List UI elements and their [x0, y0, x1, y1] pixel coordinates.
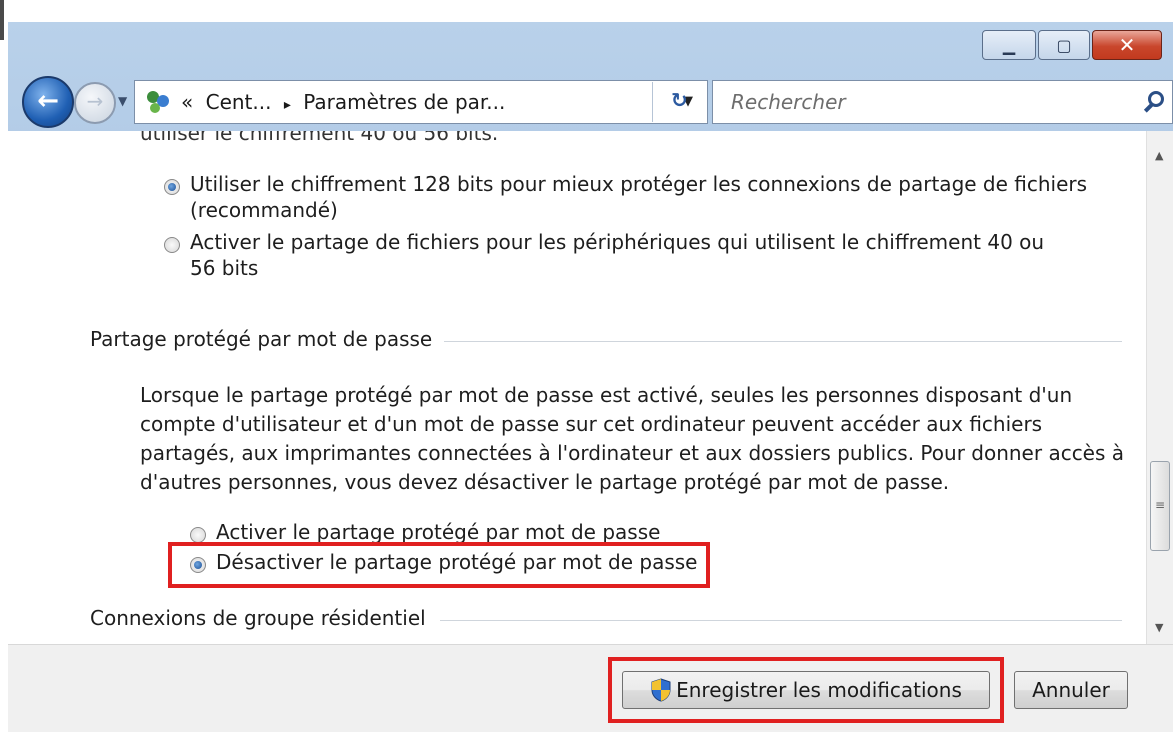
search-input[interactable]: Rechercher: [712, 80, 1173, 124]
scrollbar-thumb[interactable]: ≡: [1150, 461, 1170, 551]
breadcrumb: « Cent... ▸ Paramètres de par...: [181, 90, 511, 114]
forward-button[interactable]: →: [74, 82, 116, 124]
radio-enable-password-sharing[interactable]: [190, 527, 206, 543]
close-button[interactable]: ✕: [1092, 30, 1162, 60]
bottom-button-bar: Enregistrer les modifications Annuler: [8, 644, 1173, 732]
minimize-button[interactable]: ▁: [982, 30, 1036, 60]
breadcrumb-overflow-icon[interactable]: «: [181, 90, 193, 114]
radio-encryption-128[interactable]: [164, 179, 180, 195]
back-button[interactable]: ←: [22, 76, 74, 128]
section-divider: [440, 620, 1122, 621]
search-placeholder: Rechercher: [731, 90, 846, 114]
save-changes-button[interactable]: Enregistrer les modifications: [622, 671, 990, 709]
vertical-scrollbar[interactable]: ▲ ≡ ▼: [1146, 131, 1173, 644]
cancel-label: Annuler: [1032, 678, 1110, 702]
section-divider: [438, 341, 1122, 342]
section-title-password-sharing: Partage protégé par mot de passe: [90, 327, 445, 351]
refresh-icon: ↻: [671, 88, 688, 112]
breadcrumb-item-sharing-settings[interactable]: Paramètres de par...: [303, 90, 505, 114]
close-icon: ✕: [1118, 33, 1136, 57]
forward-arrow-icon: →: [86, 89, 104, 113]
section-title-homegroup: Connexions de groupe résidentiel: [90, 606, 438, 630]
maximize-button[interactable]: ▢: [1038, 30, 1090, 60]
cut-off-text: utiliser le chiffrement 40 ou 56 bits.: [140, 131, 499, 145]
radio-label-disable-password-sharing[interactable]: Désactiver le partage protégé par mot de…: [216, 549, 697, 575]
window-corner-edge: [0, 0, 4, 40]
uac-shield-icon: [651, 678, 671, 702]
save-changes-label: Enregistrer les modifications: [676, 678, 962, 702]
refresh-button[interactable]: ↻: [652, 82, 707, 122]
minimize-icon: ▁: [1002, 35, 1016, 55]
breadcrumb-separator-icon[interactable]: ▸: [284, 97, 291, 113]
screen-top-margin: [0, 0, 1173, 22]
scrollbar-grip-icon: ≡: [1155, 498, 1166, 512]
radio-encryption-40-56[interactable]: [164, 237, 180, 253]
breadcrumb-item-center[interactable]: Cent...: [206, 90, 272, 114]
search-icon[interactable]: [1148, 91, 1164, 107]
radio-label-encryption-128[interactable]: Utiliser le chiffrement 128 bits pour mi…: [190, 171, 1120, 223]
radio-disable-password-sharing[interactable]: [190, 557, 206, 573]
maximize-icon: ▢: [1056, 35, 1072, 55]
network-center-icon: [147, 91, 169, 113]
radio-label-encryption-40-56[interactable]: Activer le partage de fichiers pour les …: [190, 229, 1070, 281]
back-arrow-icon: ←: [37, 86, 59, 116]
address-bar[interactable]: « Cent... ▸ Paramètres de par... ▼: [134, 80, 708, 124]
cancel-button[interactable]: Annuler: [1014, 671, 1128, 709]
password-sharing-description: Lorsque le partage protégé par mot de pa…: [140, 383, 1125, 494]
scroll-down-icon[interactable]: ▼: [1155, 621, 1163, 634]
scroll-up-icon[interactable]: ▲: [1155, 149, 1163, 162]
settings-content: utiliser le chiffrement 40 ou 56 bits. U…: [8, 131, 1146, 644]
recent-pages-dropdown-icon[interactable]: ▼: [118, 94, 127, 108]
